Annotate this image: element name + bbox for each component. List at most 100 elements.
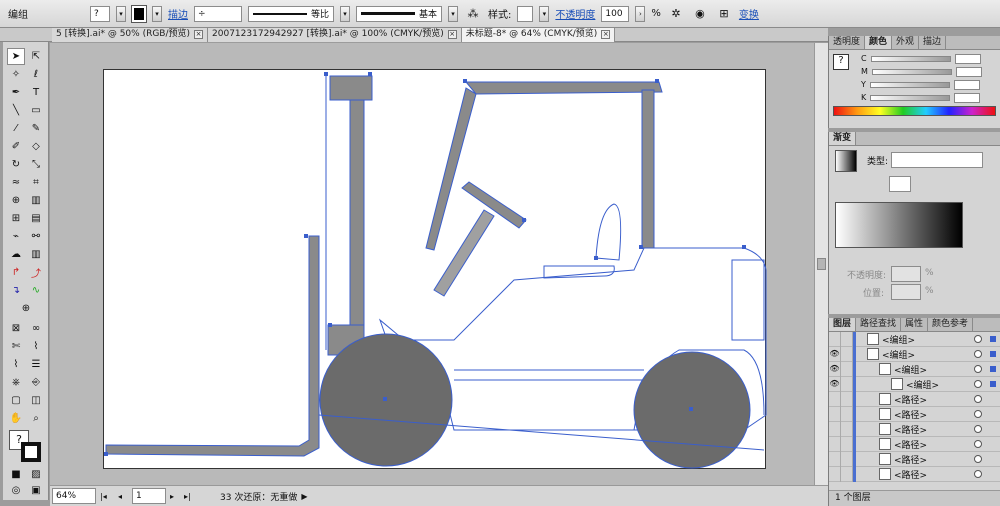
tab-gradient[interactable]: 渐变 [829, 132, 857, 145]
layer-row[interactable]: <路径> [829, 436, 1000, 452]
stroke-dropdown[interactable]: ▾ [152, 5, 162, 22]
layer-row[interactable]: <编组> [829, 331, 1000, 347]
c-input[interactable] [954, 53, 981, 64]
stroke-profile-2[interactable]: 基本 [356, 5, 443, 22]
direct-selection-tool-icon[interactable]: ⇱ [27, 48, 45, 65]
arrange-icon[interactable]: ⁂ [464, 5, 482, 23]
gradient-tool-icon[interactable]: ▤ [27, 210, 45, 227]
target-icon[interactable] [974, 365, 982, 373]
eye-icon[interactable] [829, 331, 841, 347]
tab-pathfinder[interactable]: 路径查找 [856, 318, 902, 331]
tab-color[interactable]: 颜色 [865, 36, 893, 49]
line-tool-icon[interactable]: ╲ [7, 102, 25, 119]
magic-wand-tool-icon[interactable]: ✧ [7, 66, 25, 83]
tab-layers[interactable]: 图层 [829, 318, 857, 331]
stroke-profile-2-dropdown[interactable]: ▾ [448, 5, 459, 22]
vertical-scrollbar[interactable] [814, 43, 828, 485]
artboard-tool-icon[interactable]: ⊠ [7, 320, 25, 337]
gradient-location-input[interactable] [891, 284, 921, 300]
lock-toggle[interactable] [841, 361, 853, 377]
eye-icon[interactable] [829, 421, 841, 437]
live-paint-select-tool-icon[interactable]: ⎆ [27, 374, 45, 391]
stroke-swatch[interactable] [131, 4, 147, 23]
target-icon[interactable] [974, 470, 982, 478]
prev-page-icon[interactable]: ◂ [118, 492, 128, 501]
tab-attributes[interactable]: 属性 [901, 318, 929, 331]
blob-brush-tool-icon[interactable]: ✐ [7, 138, 25, 155]
layer-row[interactable]: 👁 <编组> [829, 376, 1000, 392]
status-menu-icon[interactable]: ▶ [301, 492, 307, 501]
layer-row[interactable]: <路径> [829, 451, 1000, 467]
gradient-opacity-input[interactable] [891, 266, 921, 282]
layer-row[interactable]: <路径> [829, 406, 1000, 422]
page-field[interactable]: 1 [132, 488, 166, 504]
tab-stroke[interactable]: 描边 [919, 36, 947, 49]
slice-icon[interactable]: ◫ [27, 392, 45, 409]
lock-toggle[interactable] [841, 466, 853, 482]
selection-tool-icon[interactable]: ➤ [7, 48, 25, 65]
m-slider[interactable] [871, 68, 952, 75]
color-fill-box[interactable]: ? [833, 54, 849, 70]
stroke-box[interactable] [21, 442, 41, 462]
knife-tool-icon[interactable]: ⌇ [27, 338, 45, 355]
lock-toggle[interactable] [841, 406, 853, 422]
close-icon[interactable]: × [601, 30, 611, 39]
gradient-ramp[interactable] [835, 202, 963, 248]
close-icon[interactable]: × [194, 30, 204, 39]
eye-icon[interactable]: 👁 [829, 376, 841, 392]
screen-mode-icon[interactable]: ▣ [27, 482, 45, 499]
eye-icon[interactable] [829, 406, 841, 422]
live-paint-tool-icon[interactable]: ⎈ [7, 374, 25, 391]
scissors-tool-icon[interactable]: ✄ [7, 338, 25, 355]
color-spectrum[interactable] [833, 106, 996, 116]
pencil-tool-icon[interactable]: ✎ [27, 120, 45, 137]
next-page-icon[interactable]: ▸ [170, 492, 180, 501]
artboard-icon[interactable]: ▢ [7, 392, 25, 409]
symbol-sprayer-tool-icon[interactable]: ☁ [7, 246, 25, 263]
style-swatch[interactable] [517, 5, 534, 22]
stroke-profile-1[interactable]: 等比 [248, 5, 335, 22]
lock-toggle[interactable] [841, 451, 853, 467]
lock-toggle[interactable] [841, 436, 853, 452]
rectangle-tool-icon[interactable]: ▭ [27, 102, 45, 119]
tab-transparency[interactable]: 透明度 [829, 36, 866, 49]
column-graph-tool-icon[interactable]: ▥ [27, 246, 45, 263]
path-tool-icon[interactable]: ↴ [7, 282, 25, 299]
close-icon[interactable]: × [447, 30, 457, 39]
gradient-type-select[interactable] [891, 152, 983, 168]
target-icon[interactable] [974, 455, 982, 463]
lock-toggle[interactable] [841, 376, 853, 392]
target-icon[interactable] [974, 425, 982, 433]
warp-tool-icon[interactable]: ≈ [7, 174, 25, 191]
layer-row[interactable]: <路径> [829, 466, 1000, 482]
stroke-link[interactable]: 描边 [168, 6, 188, 21]
c-slider[interactable] [870, 55, 951, 62]
draw-mode-icon[interactable]: ◎ [7, 482, 25, 499]
lasso-tool-icon[interactable]: ℓ [27, 66, 45, 83]
isolate-icon[interactable]: ◉ [691, 5, 709, 23]
lock-toggle[interactable] [841, 421, 853, 437]
recolor-icon[interactable]: ✲ [667, 5, 685, 23]
last-page-icon[interactable]: ▸| [184, 492, 198, 501]
align-icon[interactable]: ⊞ [715, 5, 733, 23]
eye-icon[interactable] [829, 451, 841, 467]
doc-tab-1[interactable]: 5 [转换].ai* @ 50% (RGB/预览) × [52, 28, 209, 42]
canvas-area[interactable] [50, 43, 814, 485]
opacity-input[interactable]: 100 [601, 5, 630, 22]
lock-toggle[interactable] [841, 331, 853, 347]
perspective-grid-tool-icon[interactable]: ▥ [27, 192, 45, 209]
lock-toggle[interactable] [841, 346, 853, 362]
type-tool-icon[interactable]: T [27, 84, 45, 101]
fill-dropdown[interactable]: ▾ [116, 5, 126, 22]
graph-tool-icon[interactable]: ⌇ [7, 356, 25, 373]
color-mode-icon[interactable]: ■ [7, 466, 25, 483]
gradient-swatch[interactable] [835, 150, 857, 172]
m-input[interactable] [955, 66, 982, 77]
zoom-field[interactable]: 64% [52, 488, 96, 504]
eye-icon[interactable] [829, 391, 841, 407]
k-slider[interactable] [870, 94, 951, 101]
target-icon[interactable] [974, 335, 982, 343]
eye-icon[interactable]: 👁 [829, 346, 841, 362]
stroke-weight-input[interactable]: ÷ [194, 5, 242, 22]
fill-swatch[interactable]: ? [90, 5, 110, 22]
